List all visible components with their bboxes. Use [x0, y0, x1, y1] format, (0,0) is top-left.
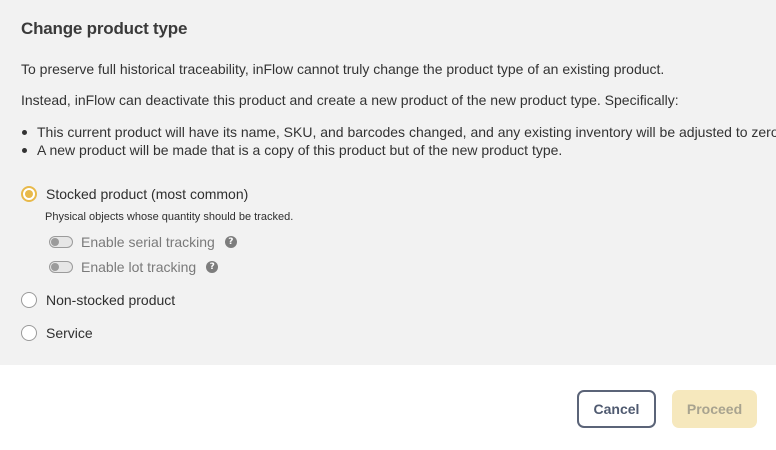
radio-label-non-stocked: Non-stocked product	[46, 292, 176, 308]
radio-button[interactable]	[21, 292, 37, 308]
radio-label-service: Service	[46, 325, 93, 341]
dialog-body: Change product type To preserve full his…	[0, 0, 776, 365]
intro-text: To preserve full historical traceability…	[21, 61, 665, 77]
list-item: A new product will be made that is a cop…	[21, 141, 776, 159]
lot-tracking-toggle[interactable]	[49, 261, 73, 273]
stocked-description: Physical objects whose quantity should b…	[45, 211, 294, 223]
cancel-button[interactable]: Cancel	[577, 390, 656, 428]
radio-button[interactable]	[21, 325, 37, 341]
instead-text: Instead, inFlow can deactivate this prod…	[21, 92, 679, 108]
serial-tracking-toggle[interactable]	[49, 236, 73, 248]
radio-button-selected[interactable]	[21, 186, 37, 202]
serial-tracking-row: Enable serial tracking ?	[49, 234, 237, 250]
serial-tracking-label: Enable serial tracking	[81, 234, 215, 250]
lot-tracking-label: Enable lot tracking	[81, 259, 197, 275]
list-item: This current product will have its name,…	[21, 123, 776, 141]
radio-stocked-product[interactable]: Stocked product (most common)	[21, 186, 248, 202]
proceed-button[interactable]: Proceed	[672, 390, 757, 428]
radio-label-stocked: Stocked product (most common)	[46, 186, 249, 202]
dialog-title: Change product type	[21, 19, 188, 38]
consequence-list: This current product will have its name,…	[21, 123, 776, 159]
radio-service[interactable]: Service	[21, 325, 93, 341]
radio-non-stocked-product[interactable]: Non-stocked product	[21, 292, 175, 308]
help-icon[interactable]: ?	[206, 261, 219, 273]
help-icon[interactable]: ?	[224, 236, 237, 248]
lot-tracking-row: Enable lot tracking ?	[49, 259, 219, 275]
